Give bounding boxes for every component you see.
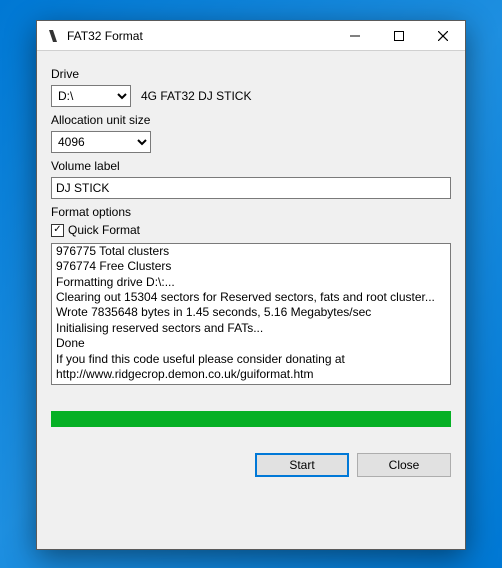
- minimize-button[interactable]: [333, 21, 377, 51]
- allocation-select[interactable]: 4096: [51, 131, 151, 153]
- progress-bar: [51, 411, 451, 427]
- content-area: Drive D:\ 4G FAT32 DJ STICK Allocation u…: [37, 51, 465, 489]
- start-button[interactable]: Start: [255, 453, 349, 477]
- window-title: FAT32 Format: [67, 29, 143, 43]
- drive-description: 4G FAT32 DJ STICK: [141, 89, 251, 103]
- allocation-label: Allocation unit size: [51, 113, 451, 127]
- progress-fill: [51, 411, 451, 427]
- drive-select[interactable]: D:\: [51, 85, 131, 107]
- log-output[interactable]: 976775 Total clusters 976774 Free Cluste…: [51, 243, 451, 385]
- format-options-label: Format options: [51, 205, 451, 219]
- close-dialog-button[interactable]: Close: [357, 453, 451, 477]
- titlebar: FAT32 Format: [37, 21, 465, 51]
- volume-label-input[interactable]: [51, 177, 451, 199]
- close-button[interactable]: [421, 21, 465, 51]
- app-icon: [45, 28, 61, 44]
- quick-format-checkbox[interactable]: ✓: [51, 224, 64, 237]
- quick-format-label: Quick Format: [68, 223, 140, 237]
- maximize-button[interactable]: [377, 21, 421, 51]
- volume-label-text: Volume label: [51, 159, 451, 173]
- app-window: FAT32 Format Drive D:\ 4G FAT32 DJ STICK…: [36, 20, 466, 550]
- drive-label: Drive: [51, 67, 451, 81]
